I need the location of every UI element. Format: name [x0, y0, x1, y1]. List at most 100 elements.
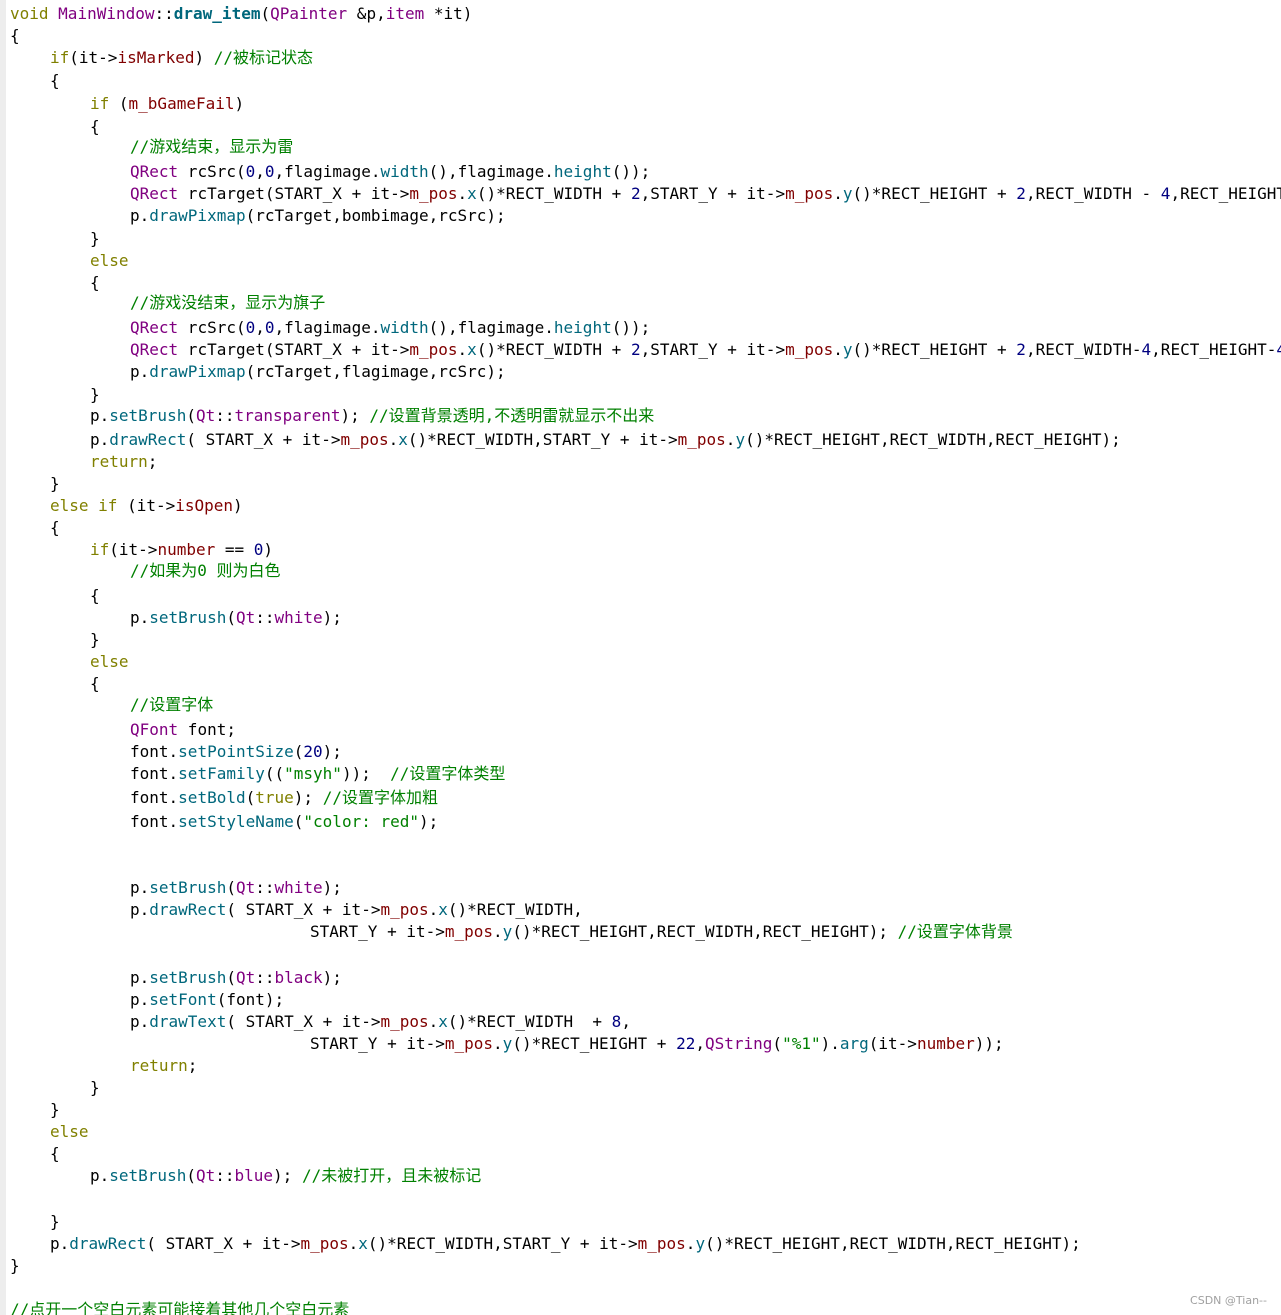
code-line: p.drawPixmap(rcTarget,bombimage,rcSrc);: [10, 205, 506, 227]
code-token: setBrush: [149, 878, 227, 897]
code-token: setPointSize: [178, 742, 294, 761]
code-token: START_Y + it->: [310, 922, 445, 941]
code-token: white: [274, 878, 323, 897]
code-token: drawPixmap: [149, 362, 246, 381]
code-token: 0: [264, 318, 275, 337]
code-token: 4: [1276, 340, 1281, 359]
code-token: ,RECT_WIDTH -: [1025, 184, 1161, 203]
code-token: .: [388, 430, 399, 449]
code-line: {: [10, 585, 100, 607]
code-token: ).: [820, 1034, 840, 1053]
code-line: }: [10, 1211, 60, 1233]
code-line: START_Y + it->m_pos.y()*RECT_HEIGHT + 22…: [10, 1033, 1004, 1055]
code-token: (it->: [109, 540, 158, 559]
code-line: }: [10, 1255, 20, 1277]
code-token: y: [695, 1234, 706, 1253]
code-line: font.setStyleName("color: red");: [10, 811, 438, 833]
code-token: ,START_Y + it->: [640, 184, 786, 203]
code-token: isOpen: [175, 496, 234, 515]
code-token: ()*RECT_HEIGHT,RECT_WIDTH,RECT_HEIGHT);: [745, 430, 1121, 449]
code-token: y: [502, 1034, 513, 1053]
code-line: p.setBrush(Qt::white);: [10, 607, 342, 629]
code-editor[interactable]: void MainWindow::draw_item(QPainter &p,i…: [10, 2, 1281, 1315]
code-token: font;: [178, 720, 236, 739]
code-token: (: [245, 788, 256, 807]
code-token: ( START_X + it->: [186, 430, 341, 449]
code-token: ()*RECT_HEIGHT,RECT_WIDTH,RECT_HEIGHT);: [705, 1234, 1081, 1253]
code-token: Qt: [235, 968, 256, 987]
code-line: }: [10, 228, 100, 250]
code-token: else: [90, 251, 129, 270]
code-token: QRect: [130, 162, 179, 181]
code-line: p.setBrush(Qt::blue); //未被打开，且未被标记: [10, 1165, 481, 1187]
code-line: }: [10, 1077, 100, 1099]
code-line: START_Y + it->m_pos.y()*RECT_HEIGHT,RECT…: [10, 921, 1013, 943]
code-token: m_pos: [785, 184, 834, 203]
code-token: p.: [90, 406, 110, 425]
code-line: //游戏结束，显示为雷: [10, 136, 293, 158]
code-token: .: [493, 1034, 503, 1053]
code-token: void: [10, 4, 49, 23]
code-line: {: [10, 25, 20, 47]
code-token: Qt: [235, 608, 256, 627]
code-token: (: [186, 406, 196, 425]
code-token: ()*RECT_WIDTH +: [476, 340, 631, 359]
code-token: m_pos: [637, 1234, 686, 1253]
code-token: p.: [130, 990, 150, 1009]
code-token: (: [260, 4, 271, 23]
code-line: p.drawRect( START_X + it->m_pos.x()*RECT…: [10, 429, 1121, 451]
code-token: ,flagimage.: [274, 162, 381, 181]
code-token: .: [457, 184, 468, 203]
code-token: //设置字体: [130, 695, 214, 714]
code-token: p.: [130, 362, 150, 381]
code-token: }: [90, 229, 100, 248]
code-token: rcSrc(: [178, 318, 246, 337]
code-line: }: [10, 629, 100, 651]
code-token: ()*RECT_HEIGHT +: [852, 184, 1017, 203]
code-token: //设置字体加粗: [322, 788, 438, 807]
code-line: //游戏没结束，显示为旗子: [10, 292, 325, 314]
code-token: MainWindow: [58, 4, 155, 23]
code-token: draw_item: [173, 4, 261, 23]
code-line: p.drawPixmap(rcTarget,flagimage,rcSrc);: [10, 361, 506, 383]
code-token: (: [226, 968, 236, 987]
code-token: arg: [839, 1034, 869, 1053]
code-token: .: [428, 900, 439, 919]
code-token: rcTarget(START_X + it->: [178, 184, 410, 203]
code-token: .: [457, 340, 468, 359]
code-token: drawText: [149, 1012, 227, 1031]
code-token: ()*RECT_HEIGHT,RECT_WIDTH,RECT_HEIGHT);: [512, 922, 898, 941]
code-token: ,: [621, 1012, 631, 1031]
code-token: x: [358, 1234, 368, 1253]
code-token: 2: [1016, 184, 1026, 203]
code-token: x: [438, 900, 448, 919]
code-token: number: [916, 1034, 975, 1053]
code-token: m_pos: [300, 1234, 349, 1253]
code-token: Qt: [195, 406, 216, 425]
code-line: {: [10, 116, 100, 138]
code-token: rcSrc(: [178, 162, 246, 181]
code-line: if(it->isMarked) //被标记状态: [10, 47, 313, 69]
code-line: }: [10, 1099, 60, 1121]
code-token: ()*RECT_WIDTH,START_Y + it->: [367, 1234, 638, 1253]
code-line: p.setBrush(Qt::white);: [10, 877, 342, 899]
code-token: m_pos: [785, 340, 834, 359]
code-token: {: [90, 117, 100, 136]
code-line: p.drawRect( START_X + it->m_pos.x()*RECT…: [10, 1233, 1081, 1255]
code-token: isMarked: [117, 48, 195, 67]
code-token: {: [90, 273, 100, 292]
code-line: QRect rcTarget(START_X + it->m_pos.x()*R…: [10, 339, 1281, 361]
code-token: p.: [50, 1234, 70, 1253]
code-token: else: [50, 1122, 89, 1141]
code-line: p.setBrush(Qt::transparent); //设置背景透明,不透…: [10, 405, 654, 427]
code-token: "color: red": [303, 812, 419, 831]
code-token: QFont: [130, 720, 179, 739]
code-token: }: [50, 474, 60, 493]
code-line: if (m_bGameFail): [10, 93, 244, 115]
code-token: "%1": [782, 1034, 821, 1053]
code-token: 4: [1160, 184, 1171, 203]
code-token: ,START_Y + it->: [640, 340, 786, 359]
code-token: ( START_X + it->: [226, 900, 381, 919]
code-token: QRect: [130, 340, 179, 359]
code-token: return: [90, 452, 148, 471]
